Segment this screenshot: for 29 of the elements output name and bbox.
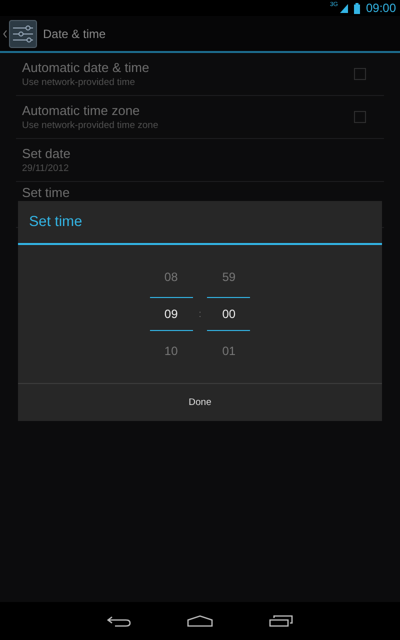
setting-title: Set time: [22, 185, 70, 200]
picker-value[interactable]: 01: [207, 331, 250, 371]
home-icon[interactable]: [187, 615, 213, 627]
settings-item[interactable]: Automatic time zone Use network-provided time zone: [16, 96, 384, 139]
picker-value[interactable]: 59: [207, 257, 250, 297]
checkbox[interactable]: [354, 68, 366, 80]
caret-icon: [3, 30, 7, 38]
recent-apps-icon[interactable]: [269, 615, 293, 627]
time-separator: :: [198, 308, 202, 320]
settings-item[interactable]: Set date 29/11/2012: [16, 139, 384, 182]
picker-selected-value[interactable]: 09: [150, 297, 193, 331]
setting-title: Automatic date & time: [22, 60, 150, 75]
checkbox[interactable]: [354, 111, 366, 123]
picker-value[interactable]: 08: [150, 257, 193, 297]
settings-item[interactable]: Automatic date & time Use network-provided time: [16, 53, 384, 96]
setting-title: Automatic time zone: [22, 103, 141, 118]
picker-value[interactable]: 10: [150, 331, 193, 371]
dialog-title: Set time: [18, 201, 382, 245]
setting-summary: Use network-provided time zone: [22, 120, 158, 131]
battery-icon: [354, 2, 360, 14]
signal-icon: [340, 4, 348, 12]
sliders-icon: [9, 20, 37, 48]
clock: 09:00: [366, 1, 396, 15]
screen-title: Date & time: [43, 26, 106, 40]
setting-summary: 29/11/2012: [22, 163, 70, 174]
setting-summary: Use network-provided time: [22, 77, 136, 88]
back-icon[interactable]: [107, 615, 131, 627]
picker-selected-value[interactable]: 00: [207, 297, 250, 331]
setting-title: Set date: [22, 146, 70, 161]
